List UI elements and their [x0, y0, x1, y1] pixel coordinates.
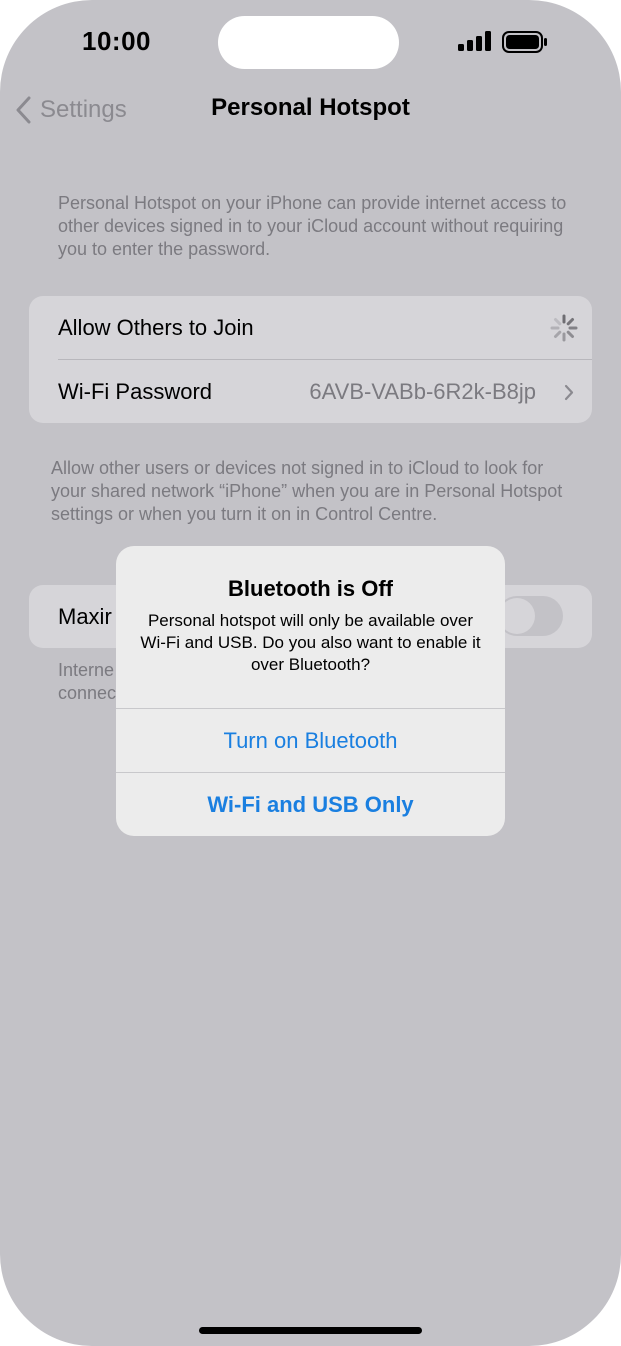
turn-on-bluetooth-button[interactable]: Turn on Bluetooth — [116, 709, 505, 772]
dynamic-island — [218, 16, 399, 69]
allow-others-label: Allow Others to Join — [58, 314, 254, 340]
battery-icon — [502, 31, 547, 53]
home-indicator[interactable] — [199, 1327, 422, 1334]
maximize-compatibility-label: Maxir — [58, 603, 112, 629]
wifi-usb-only-button[interactable]: Wi-Fi and USB Only — [116, 773, 505, 836]
status-time: 10:00 — [82, 26, 151, 56]
maximize-compatibility-toggle[interactable] — [497, 596, 563, 636]
alert-title: Bluetooth is Off — [228, 576, 393, 601]
alert-message: Personal hotspot will only be available … — [140, 611, 481, 674]
bluetooth-alert-dialog: Bluetooth is Off Personal hotspot will o… — [116, 546, 505, 836]
cellular-signal-icon — [458, 31, 491, 51]
allow-others-row[interactable]: Allow Others to Join — [29, 296, 592, 359]
wifi-password-row[interactable]: Wi-Fi Password 6AVB-VABb-6R2k-B8jp — [29, 360, 592, 423]
chevron-right-icon — [564, 384, 574, 401]
loading-spinner-icon — [550, 314, 578, 342]
allow-others-footer: Allow other users or devices not signed … — [51, 458, 563, 524]
hotspot-settings-group: Allow Others to Join Wi-Fi Password 6AVB… — [29, 296, 592, 423]
page-title: Personal Hotspot — [211, 94, 410, 121]
intro-description: Personal Hotspot on your iPhone can prov… — [58, 193, 567, 259]
phone-screen: 10:00 Settings Personal Hotspot Personal… — [0, 0, 621, 1346]
wifi-password-label: Wi-Fi Password — [58, 378, 213, 404]
wifi-password-value: 6AVB-VABb-6R2k-B8jp — [309, 378, 536, 404]
